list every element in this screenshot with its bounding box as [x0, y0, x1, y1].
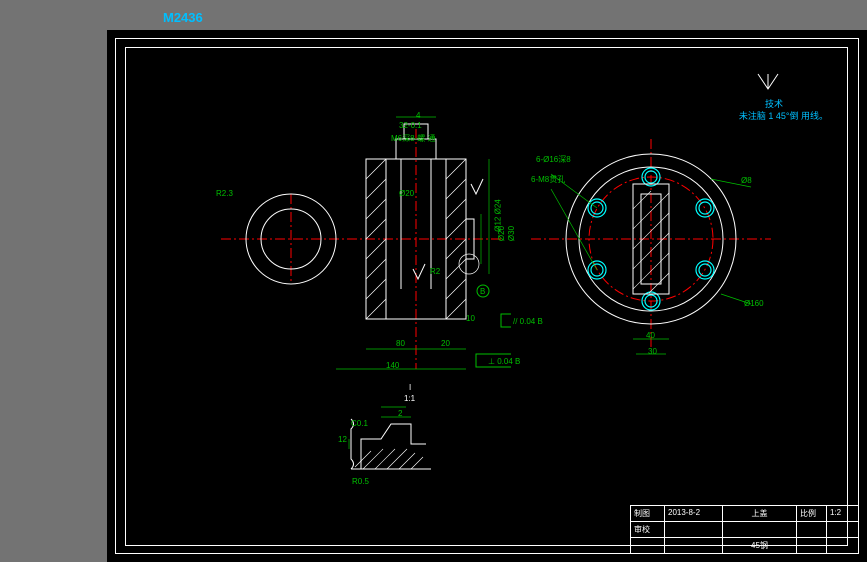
tb-drawn-label: 制图 [630, 506, 664, 521]
dim-d160: Ø160 [744, 299, 764, 308]
dim-w30: 30 [648, 347, 657, 356]
surface-finish-icon [753, 69, 783, 93]
detail-label: I [409, 383, 411, 392]
dim-c01: C0.1 [351, 419, 368, 428]
dim-w12: 12 [338, 435, 347, 444]
tb-r3c2 [664, 538, 722, 553]
dim-hole-callout: 6-Ø16深8 [536, 154, 571, 165]
dim-r3: R2.3 [216, 189, 233, 198]
tb-r2c2 [664, 522, 722, 537]
dim-h20: 20 [441, 339, 450, 348]
dim-d30: Ø30 [507, 226, 516, 241]
sheet-inner-frame: 技术 未注脑 1 45°倒 用线。 [115, 38, 859, 554]
file-id-label: M2436 [163, 10, 203, 25]
dim-r2: R2 [430, 267, 440, 276]
dim-d8: Ø8 [741, 176, 752, 185]
dim-h40: 40 [646, 331, 655, 340]
detail-scale: 1:1 [404, 394, 415, 403]
tb-material: 45钢 [722, 538, 796, 553]
tb-scale-label: 比例 [796, 506, 826, 521]
dim-top-small: 4 [416, 111, 420, 120]
detail-view [341, 389, 461, 489]
dim-callout: M6深8-螺 通 [391, 133, 435, 144]
tb-r2c5 [826, 522, 858, 537]
tb-r2c4 [796, 522, 826, 537]
datum-b: B [480, 287, 485, 296]
title-block: 制图 2013-8-2 上盖 比例 1:2 审校 45钢 [630, 505, 858, 553]
dim-w140: 140 [386, 361, 399, 370]
front-view [221, 109, 511, 389]
tb-scale-value: 1:2 [826, 506, 858, 521]
tech-req-text: 未注脑 1 45°倒 用线。 [739, 109, 828, 122]
dim-d20: Ø20 [399, 189, 414, 198]
dim-h10: 10 [466, 314, 475, 323]
dim-r05: R0.5 [352, 477, 369, 486]
tb-date: 2013-8-2 [664, 506, 722, 521]
dim-gd2: ⊥ 0.04 B [488, 357, 520, 366]
dim-thread-callout: 6-M8贯孔 [531, 174, 565, 185]
dim-h2: 2 [398, 409, 402, 418]
tb-check-label: 审校 [630, 522, 664, 537]
tb-r3c5 [826, 538, 858, 553]
dim-top-tol: 32-0.1 [399, 121, 422, 130]
dim-d20-2: Ø20 [497, 226, 506, 241]
tb-r3c1 [630, 538, 664, 553]
tb-r3c4 [796, 538, 826, 553]
drawing-canvas[interactable]: 技术 未注脑 1 45°倒 用线。 [107, 30, 867, 562]
tb-title: 上盖 [722, 506, 796, 521]
tb-r2c3 [722, 522, 796, 537]
dim-h80: 80 [396, 339, 405, 348]
